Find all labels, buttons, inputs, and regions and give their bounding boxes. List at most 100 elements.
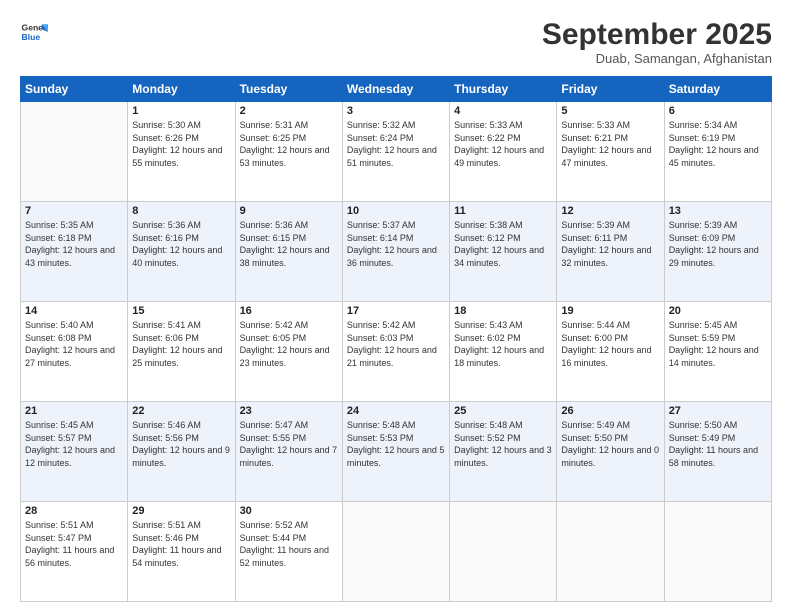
table-row: 30 Sunrise: 5:52 AM Sunset: 5:44 PM Dayl…	[235, 502, 342, 602]
day-number: 30	[240, 505, 338, 517]
day-info: Sunrise: 5:36 AM Sunset: 6:15 PM Dayligh…	[240, 219, 338, 269]
sunset-text: Sunset: 5:52 PM	[454, 433, 521, 443]
daylight-text: Daylight: 12 hours and 25 minutes.	[132, 345, 222, 368]
day-number: 22	[132, 405, 230, 417]
table-row: 8 Sunrise: 5:36 AM Sunset: 6:16 PM Dayli…	[128, 202, 235, 302]
day-info: Sunrise: 5:50 AM Sunset: 5:49 PM Dayligh…	[669, 419, 767, 469]
table-row	[21, 102, 128, 202]
day-info: Sunrise: 5:38 AM Sunset: 6:12 PM Dayligh…	[454, 219, 552, 269]
sunrise-text: Sunrise: 5:52 AM	[240, 520, 309, 530]
day-info: Sunrise: 5:48 AM Sunset: 5:52 PM Dayligh…	[454, 419, 552, 469]
day-number: 17	[347, 305, 445, 317]
daylight-text: Daylight: 12 hours and 7 minutes.	[240, 445, 338, 468]
sunrise-text: Sunrise: 5:47 AM	[240, 420, 309, 430]
day-number: 23	[240, 405, 338, 417]
day-info: Sunrise: 5:40 AM Sunset: 6:08 PM Dayligh…	[25, 319, 123, 369]
calendar-week-row: 14 Sunrise: 5:40 AM Sunset: 6:08 PM Dayl…	[21, 302, 772, 402]
table-row: 12 Sunrise: 5:39 AM Sunset: 6:11 PM Dayl…	[557, 202, 664, 302]
sunrise-text: Sunrise: 5:48 AM	[454, 420, 523, 430]
daylight-text: Daylight: 12 hours and 51 minutes.	[347, 145, 437, 168]
sunrise-text: Sunrise: 5:42 AM	[240, 320, 309, 330]
daylight-text: Daylight: 12 hours and 5 minutes.	[347, 445, 445, 468]
sunrise-text: Sunrise: 5:42 AM	[347, 320, 416, 330]
calendar-week-row: 7 Sunrise: 5:35 AM Sunset: 6:18 PM Dayli…	[21, 202, 772, 302]
table-row: 5 Sunrise: 5:33 AM Sunset: 6:21 PM Dayli…	[557, 102, 664, 202]
day-number: 3	[347, 105, 445, 117]
sunrise-text: Sunrise: 5:40 AM	[25, 320, 94, 330]
day-info: Sunrise: 5:33 AM Sunset: 6:22 PM Dayligh…	[454, 119, 552, 169]
day-info: Sunrise: 5:42 AM Sunset: 6:05 PM Dayligh…	[240, 319, 338, 369]
sunset-text: Sunset: 5:56 PM	[132, 433, 199, 443]
sunset-text: Sunset: 6:06 PM	[132, 333, 199, 343]
day-info: Sunrise: 5:30 AM Sunset: 6:26 PM Dayligh…	[132, 119, 230, 169]
sunset-text: Sunset: 5:47 PM	[25, 533, 92, 543]
daylight-text: Daylight: 12 hours and 49 minutes.	[454, 145, 544, 168]
table-row: 14 Sunrise: 5:40 AM Sunset: 6:08 PM Dayl…	[21, 302, 128, 402]
logo-icon: General Blue	[20, 18, 48, 46]
table-row: 28 Sunrise: 5:51 AM Sunset: 5:47 PM Dayl…	[21, 502, 128, 602]
table-row: 11 Sunrise: 5:38 AM Sunset: 6:12 PM Dayl…	[450, 202, 557, 302]
sunset-text: Sunset: 6:21 PM	[561, 133, 628, 143]
table-row	[664, 502, 771, 602]
header-tuesday: Tuesday	[235, 77, 342, 102]
day-info: Sunrise: 5:48 AM Sunset: 5:53 PM Dayligh…	[347, 419, 445, 469]
sunset-text: Sunset: 6:24 PM	[347, 133, 414, 143]
day-number: 25	[454, 405, 552, 417]
month-title: September 2025	[542, 18, 772, 51]
daylight-text: Daylight: 12 hours and 12 minutes.	[25, 445, 115, 468]
sunrise-text: Sunrise: 5:30 AM	[132, 120, 201, 130]
table-row	[342, 502, 449, 602]
sunset-text: Sunset: 6:25 PM	[240, 133, 307, 143]
sunset-text: Sunset: 6:12 PM	[454, 233, 521, 243]
day-number: 10	[347, 205, 445, 217]
day-number: 16	[240, 305, 338, 317]
table-row: 29 Sunrise: 5:51 AM Sunset: 5:46 PM Dayl…	[128, 502, 235, 602]
sunrise-text: Sunrise: 5:51 AM	[132, 520, 201, 530]
table-row: 6 Sunrise: 5:34 AM Sunset: 6:19 PM Dayli…	[664, 102, 771, 202]
day-info: Sunrise: 5:31 AM Sunset: 6:25 PM Dayligh…	[240, 119, 338, 169]
day-number: 28	[25, 505, 123, 517]
daylight-text: Daylight: 12 hours and 18 minutes.	[454, 345, 544, 368]
sunset-text: Sunset: 6:02 PM	[454, 333, 521, 343]
calendar-week-row: 1 Sunrise: 5:30 AM Sunset: 6:26 PM Dayli…	[21, 102, 772, 202]
page: General Blue September 2025 Duab, Samang…	[0, 0, 792, 612]
day-info: Sunrise: 5:45 AM Sunset: 5:57 PM Dayligh…	[25, 419, 123, 469]
table-row	[450, 502, 557, 602]
table-row: 15 Sunrise: 5:41 AM Sunset: 6:06 PM Dayl…	[128, 302, 235, 402]
day-info: Sunrise: 5:34 AM Sunset: 6:19 PM Dayligh…	[669, 119, 767, 169]
daylight-text: Daylight: 12 hours and 32 minutes.	[561, 245, 651, 268]
sunrise-text: Sunrise: 5:45 AM	[669, 320, 738, 330]
day-info: Sunrise: 5:41 AM Sunset: 6:06 PM Dayligh…	[132, 319, 230, 369]
day-number: 6	[669, 105, 767, 117]
day-info: Sunrise: 5:49 AM Sunset: 5:50 PM Dayligh…	[561, 419, 659, 469]
daylight-text: Daylight: 12 hours and 53 minutes.	[240, 145, 330, 168]
sunset-text: Sunset: 6:18 PM	[25, 233, 92, 243]
day-info: Sunrise: 5:39 AM Sunset: 6:09 PM Dayligh…	[669, 219, 767, 269]
sunrise-text: Sunrise: 5:34 AM	[669, 120, 738, 130]
day-info: Sunrise: 5:32 AM Sunset: 6:24 PM Dayligh…	[347, 119, 445, 169]
daylight-text: Daylight: 11 hours and 58 minutes.	[669, 445, 758, 468]
sunrise-text: Sunrise: 5:51 AM	[25, 520, 94, 530]
daylight-text: Daylight: 12 hours and 21 minutes.	[347, 345, 437, 368]
table-row: 2 Sunrise: 5:31 AM Sunset: 6:25 PM Dayli…	[235, 102, 342, 202]
day-info: Sunrise: 5:51 AM Sunset: 5:46 PM Dayligh…	[132, 519, 230, 569]
day-info: Sunrise: 5:45 AM Sunset: 5:59 PM Dayligh…	[669, 319, 767, 369]
day-number: 7	[25, 205, 123, 217]
sunset-text: Sunset: 6:11 PM	[561, 233, 627, 243]
sunrise-text: Sunrise: 5:39 AM	[669, 220, 738, 230]
day-number: 8	[132, 205, 230, 217]
daylight-text: Daylight: 11 hours and 56 minutes.	[25, 545, 114, 568]
sunrise-text: Sunrise: 5:41 AM	[132, 320, 201, 330]
sunset-text: Sunset: 5:44 PM	[240, 533, 307, 543]
table-row: 26 Sunrise: 5:49 AM Sunset: 5:50 PM Dayl…	[557, 402, 664, 502]
sunset-text: Sunset: 6:22 PM	[454, 133, 521, 143]
sunrise-text: Sunrise: 5:33 AM	[454, 120, 523, 130]
header-monday: Monday	[128, 77, 235, 102]
header-sunday: Sunday	[21, 77, 128, 102]
daylight-text: Daylight: 12 hours and 34 minutes.	[454, 245, 544, 268]
day-info: Sunrise: 5:51 AM Sunset: 5:47 PM Dayligh…	[25, 519, 123, 569]
table-row: 10 Sunrise: 5:37 AM Sunset: 6:14 PM Dayl…	[342, 202, 449, 302]
day-info: Sunrise: 5:39 AM Sunset: 6:11 PM Dayligh…	[561, 219, 659, 269]
table-row: 25 Sunrise: 5:48 AM Sunset: 5:52 PM Dayl…	[450, 402, 557, 502]
sunrise-text: Sunrise: 5:48 AM	[347, 420, 416, 430]
